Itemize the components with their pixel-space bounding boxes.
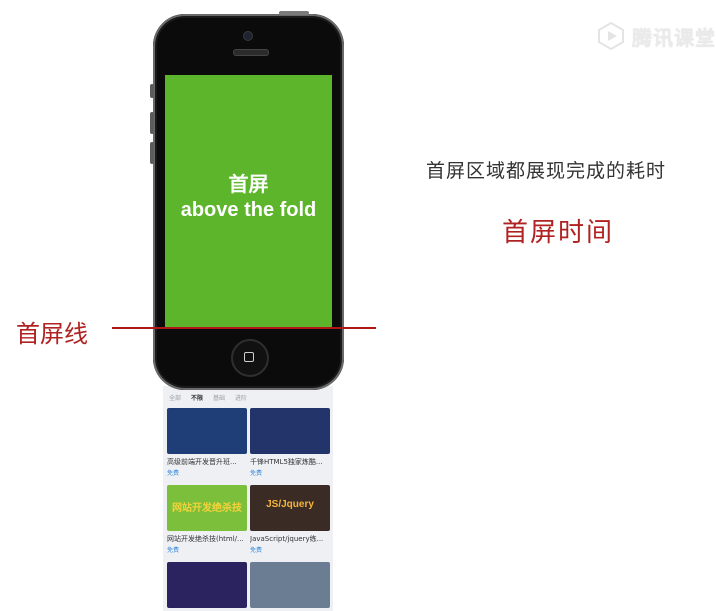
screen-title-en: above the fold: [180, 199, 317, 221]
course-thumbnail[interactable]: JS/Jquery: [250, 485, 330, 531]
mute-switch: [150, 84, 154, 98]
screen-title-cn: 首屏: [228, 174, 269, 196]
course-title[interactable]: 网站开发绝杀技(html/...: [167, 534, 247, 544]
volume-down-button: [150, 142, 154, 164]
course-price: 免费: [250, 547, 263, 554]
below-fold-page: 全部 不限 基础 进阶 高级前端开发晋升班... 免费 千锋HTML5独家炼酷.…: [163, 386, 333, 611]
tab-unlimited[interactable]: 不限: [191, 393, 203, 407]
course-thumbnail[interactable]: [250, 408, 330, 454]
volume-up-button: [150, 112, 154, 134]
course-title[interactable]: 高级前端开发晋升班...: [167, 457, 247, 467]
watermark-label: 腾讯课堂: [632, 25, 716, 50]
course-thumbnail[interactable]: [167, 562, 247, 608]
course-card[interactable]: [167, 562, 247, 608]
description-text: 首屏区域都展现完成的耗时: [426, 160, 667, 182]
thumb-text: 网站开发绝杀技: [172, 503, 242, 514]
home-square-icon: [244, 352, 254, 362]
play-logo-icon: [598, 21, 624, 51]
earpiece-speaker: [233, 49, 269, 56]
fold-line: [112, 327, 376, 329]
course-card[interactable]: 高级前端开发晋升班... 免费: [167, 408, 247, 477]
first-screen-time-title: 首屏时间: [502, 218, 615, 248]
course-title[interactable]: 千锋HTML5独家炼酷...: [250, 457, 330, 467]
home-button[interactable]: [231, 339, 269, 377]
tab-all[interactable]: 全部: [169, 393, 181, 407]
course-thumbnail[interactable]: [250, 562, 330, 608]
course-price: 免费: [167, 547, 180, 554]
watermark: 腾讯课堂: [596, 16, 716, 56]
course-card[interactable]: 网站开发绝杀技 网站开发绝杀技(html/... 免费: [167, 485, 247, 554]
thumb-text: JS/Jquery: [266, 499, 314, 510]
power-button: [279, 11, 309, 15]
course-price: 免费: [167, 470, 180, 477]
course-price: 免费: [250, 470, 263, 477]
above-the-fold-screen: 首屏 above the fold: [165, 75, 332, 329]
course-card[interactable]: 千锋HTML5独家炼酷... 免费: [250, 408, 330, 477]
front-camera: [243, 31, 253, 41]
course-thumbnail[interactable]: 网站开发绝杀技: [167, 485, 247, 531]
course-card[interactable]: JS/Jquery JavaScript/jquery练... 免费: [250, 485, 330, 554]
tab-advanced[interactable]: 进阶: [235, 393, 247, 407]
course-thumbnail[interactable]: [167, 408, 247, 454]
course-title[interactable]: JavaScript/jquery练...: [250, 534, 330, 544]
fold-line-label: 首屏线: [16, 320, 88, 348]
course-card[interactable]: [250, 562, 330, 608]
tab-basic[interactable]: 基础: [213, 393, 225, 407]
